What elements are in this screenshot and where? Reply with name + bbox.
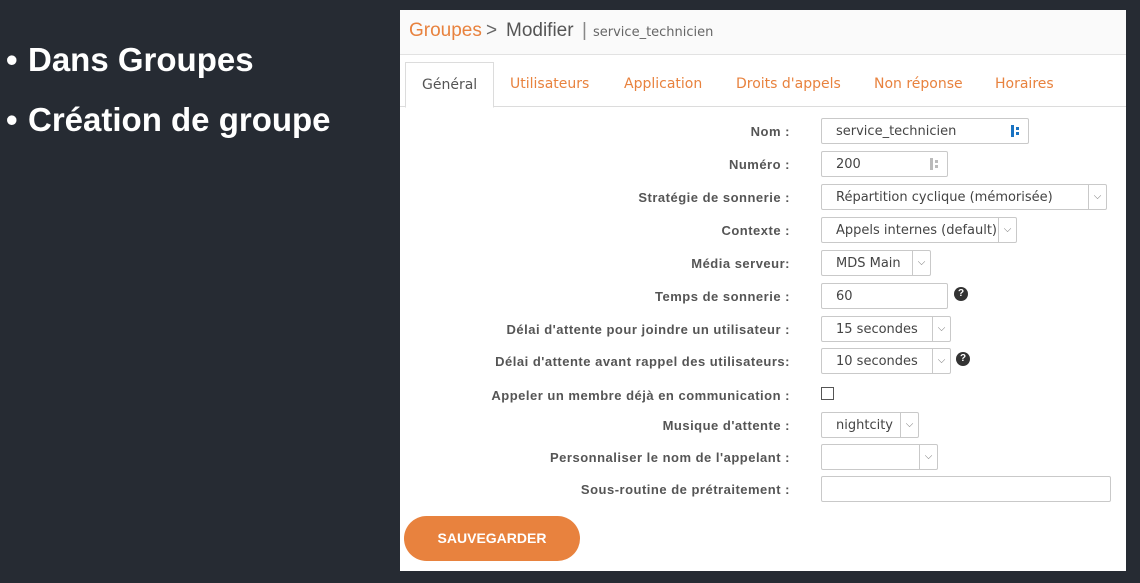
contexte-value: Appels internes (default) bbox=[836, 223, 998, 238]
breadcrumb-groupes-link[interactable]: Groupes bbox=[409, 20, 482, 42]
numero-input[interactable]: 200 bbox=[821, 151, 948, 177]
chevron-down-icon: ⌵ bbox=[1088, 185, 1106, 209]
keypass-icon bbox=[1011, 125, 1019, 137]
tab-bar: Général Utilisateurs Application Droits … bbox=[400, 62, 1126, 108]
help-icon[interactable]: ? bbox=[954, 287, 968, 301]
form-row-temps: Temps de sonnerie : 60 ? bbox=[400, 283, 1126, 313]
tab-horaires[interactable]: Horaires bbox=[995, 62, 1054, 106]
sous-routine-label: Sous-routine de prétraitement : bbox=[580, 482, 790, 497]
chevron-down-icon: ⌵ bbox=[912, 251, 930, 275]
numero-value: 200 bbox=[836, 157, 861, 172]
breadcrumb-separator: > bbox=[486, 20, 498, 41]
tab-general[interactable]: Général bbox=[405, 62, 495, 108]
temps-value: 60 bbox=[836, 289, 853, 304]
slide-bullet: • Dans Groupes bbox=[6, 30, 331, 90]
bullet-text: Dans Groupes bbox=[28, 41, 254, 78]
tab-non-reponse[interactable]: Non réponse bbox=[874, 62, 963, 106]
form-row-appeler-membre: Appeler un membre déjà en communication … bbox=[400, 382, 1126, 412]
contexte-label: Contexte : bbox=[721, 223, 790, 238]
form-row-delai-rappel: Délai d'attente avant rappel des utilisa… bbox=[400, 348, 1126, 378]
chevron-down-icon: ⌵ bbox=[919, 445, 937, 469]
temps-input[interactable]: 60 bbox=[821, 283, 948, 309]
group-edit-panel: Groupes > Modifier | service_technicien … bbox=[400, 10, 1126, 571]
keypass-icon bbox=[930, 158, 938, 170]
nom-label: Nom : bbox=[750, 124, 790, 139]
chevron-down-icon: ⌵ bbox=[900, 413, 918, 437]
delai-joindre-value: 15 secondes bbox=[836, 322, 918, 337]
musique-value: nightcity bbox=[836, 418, 893, 433]
nom-input[interactable]: service_technicien bbox=[821, 118, 1029, 144]
numero-label: Numéro : bbox=[728, 157, 790, 172]
tab-application[interactable]: Application bbox=[624, 62, 702, 106]
form-row-personnaliser: Personnaliser le nom de l'appelant : ⌵ bbox=[400, 444, 1126, 474]
form-row-contexte: Contexte : Appels internes (default) ⌵ bbox=[400, 217, 1126, 247]
help-icon[interactable]: ? bbox=[956, 352, 970, 366]
nom-value: service_technicien bbox=[836, 124, 957, 139]
breadcrumb-action: Modifier bbox=[506, 20, 574, 41]
strategie-label: Stratégie de sonnerie : bbox=[638, 190, 790, 205]
form-row-musique: Musique d'attente : nightcity ⌵ bbox=[400, 412, 1126, 442]
media-value: MDS Main bbox=[836, 256, 901, 271]
personnaliser-select[interactable]: ⌵ bbox=[821, 444, 938, 470]
breadcrumb-pipe: | bbox=[582, 20, 587, 41]
temps-label: Temps de sonnerie : bbox=[655, 289, 790, 304]
form-row-sous-routine: Sous-routine de prétraitement : bbox=[400, 476, 1126, 506]
slide-bullet: • Création de groupe bbox=[6, 90, 331, 150]
form-row-strategie: Stratégie de sonnerie : Répartition cycl… bbox=[400, 184, 1126, 214]
appeler-membre-label: Appeler un membre déjà en communication … bbox=[491, 388, 790, 403]
personnaliser-label: Personnaliser le nom de l'appelant : bbox=[550, 450, 790, 465]
contexte-select[interactable]: Appels internes (default) ⌵ bbox=[821, 217, 1017, 243]
breadcrumb: Groupes > Modifier | service_technicien bbox=[400, 10, 1126, 55]
delai-joindre-select[interactable]: 15 secondes ⌵ bbox=[821, 316, 951, 342]
media-select[interactable]: MDS Main ⌵ bbox=[821, 250, 931, 276]
save-button[interactable]: SAUVEGARDER bbox=[404, 516, 580, 561]
delai-joindre-label: Délai d'attente pour joindre un utilisat… bbox=[506, 322, 790, 337]
sous-routine-input[interactable] bbox=[821, 476, 1111, 502]
musique-label: Musique d'attente : bbox=[662, 418, 790, 433]
bullet-text: Création de groupe bbox=[28, 101, 331, 138]
chevron-down-icon: ⌵ bbox=[932, 349, 950, 373]
appeler-membre-checkbox[interactable] bbox=[821, 387, 834, 400]
delai-rappel-select[interactable]: 10 secondes ⌵ bbox=[821, 348, 951, 374]
strategie-value: Répartition cyclique (mémorisée) bbox=[836, 190, 1053, 205]
breadcrumb-item-name: service_technicien bbox=[593, 25, 714, 40]
media-label: Média serveur: bbox=[691, 256, 790, 271]
form-row-delai-joindre: Délai d'attente pour joindre un utilisat… bbox=[400, 316, 1126, 346]
form-row-numero: Numéro : 200 bbox=[400, 151, 1126, 181]
bullet-dot: • bbox=[6, 41, 18, 78]
slide-bullet-list: • Dans Groupes • Création de groupe bbox=[6, 30, 331, 150]
musique-select[interactable]: nightcity ⌵ bbox=[821, 412, 919, 438]
chevron-down-icon: ⌵ bbox=[932, 317, 950, 341]
delai-rappel-value: 10 secondes bbox=[836, 354, 918, 369]
form-row-media: Média serveur: MDS Main ⌵ bbox=[400, 250, 1126, 280]
strategie-select[interactable]: Répartition cyclique (mémorisée) ⌵ bbox=[821, 184, 1107, 210]
tab-droits-appels[interactable]: Droits d'appels bbox=[736, 62, 841, 106]
tab-utilisateurs[interactable]: Utilisateurs bbox=[510, 62, 589, 106]
chevron-down-icon: ⌵ bbox=[998, 218, 1016, 242]
bullet-dot: • bbox=[6, 101, 18, 138]
delai-rappel-label: Délai d'attente avant rappel des utilisa… bbox=[495, 354, 790, 369]
form-row-nom: Nom : service_technicien bbox=[400, 118, 1126, 148]
